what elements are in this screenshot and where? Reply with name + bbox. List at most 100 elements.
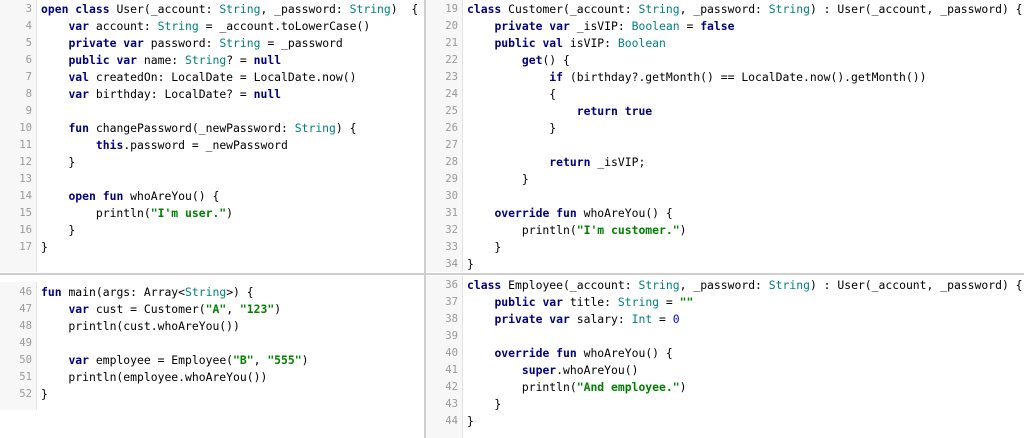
code-token: private var [494, 19, 577, 33]
code-line: 26 } [426, 120, 1024, 137]
code-token: private var [68, 36, 151, 50]
line-number: 9 [25, 105, 32, 117]
code-line: 33 } [426, 239, 1024, 256]
code-token: public var [68, 53, 144, 67]
code-text: } [467, 171, 529, 188]
code-token: this [95, 138, 124, 152]
code-token: = _account.toLowerCase() [198, 19, 371, 33]
line-number: 44 [445, 415, 458, 427]
code-token: if [549, 70, 570, 84]
code-text: val createdOn: LocalDate = LocalDate.now… [41, 69, 356, 86]
code-token: Int [631, 312, 653, 326]
code-token: birthday: LocalDate? = [95, 87, 254, 101]
line-number: 11 [19, 139, 32, 151]
code-text: class Employee(_account: String, _passwo… [467, 277, 1023, 294]
code-token: >) { [226, 285, 254, 299]
code-line: 5 private var password: String = _passwo… [0, 35, 424, 52]
code-token: 0 [672, 312, 680, 326]
line-number: 47 [19, 303, 32, 315]
line-number: 42 [445, 381, 458, 393]
code-line: 25 return true [426, 103, 1024, 120]
code-token: ) { [390, 2, 419, 16]
line-number: 33 [445, 241, 458, 253]
code-token: = [652, 312, 673, 326]
code-text: public var name: String? = null [41, 52, 281, 69]
code-text: } [41, 386, 48, 403]
code-text: println("And employee.") [467, 379, 687, 396]
code-text: fun changePassword(_newPassword: String)… [41, 120, 356, 137]
horizontal-divider-right [426, 273, 1024, 275]
code-line: 40 override fun whoAreYou() { [426, 345, 1024, 362]
code-token: null [253, 87, 282, 101]
code-token: .whoAreYou() [556, 363, 639, 377]
code-text: public var title: String = "" [467, 294, 693, 311]
code-panel-employee-class: 36 class Employee(_account: String, _pass… [426, 276, 1024, 438]
line-number: 26 [445, 122, 458, 134]
code-line: 14 open fun whoAreYou() { [0, 188, 424, 205]
code-token: createdOn: LocalDate = LocalDate.now() [95, 70, 357, 84]
code-token: class [467, 2, 509, 16]
code-line: 20 private var _isVIP: Boolean = false [426, 18, 1024, 35]
code-text: var cust = Customer("A", "123") [41, 301, 281, 318]
line-number: 46 [19, 286, 32, 298]
code-line: 19 class Customer(_account: String, _pass… [426, 1, 1024, 18]
code-token: whoAreYou() { [583, 206, 673, 220]
code-text: println("I'm user.") [41, 205, 233, 222]
code-token: account: [95, 19, 158, 33]
code-line: 27 [426, 137, 1024, 154]
code-text: if (birthday?.getMonth() == LocalDate.no… [467, 69, 926, 86]
code-token: } [467, 257, 474, 271]
code-line: 24 { [426, 86, 1024, 103]
code-text: private var _isVIP: Boolean = false [467, 18, 734, 35]
line-number: 39 [445, 330, 458, 342]
code-token: } [41, 387, 48, 401]
code-text: } [41, 239, 48, 256]
code-line: 22 get() { [426, 52, 1024, 69]
code-text: var account: String = _account.toLowerCa… [41, 18, 370, 35]
code-token: User(_account: [116, 2, 220, 16]
code-token: } [41, 223, 76, 237]
code-token: String [349, 2, 391, 16]
code-token: Employee(_account: [508, 278, 639, 292]
code-token: super [521, 363, 557, 377]
code-text: println(employee.whoAreYou()) [41, 369, 267, 386]
line-number: 5 [25, 37, 32, 49]
line-number: 6 [25, 54, 32, 66]
code-line: 7 val createdOn: LocalDate = LocalDate.n… [0, 69, 424, 86]
line-number: 40 [445, 347, 458, 359]
code-line: 37 public var title: String = "" [426, 294, 1024, 311]
code-line: 9 [0, 103, 424, 120]
line-number: 14 [19, 190, 32, 202]
code-text: } [41, 222, 75, 239]
code-token: var [68, 302, 96, 316]
code-token: ? = [226, 53, 254, 67]
line-number: 48 [19, 320, 32, 332]
code-token: } [467, 172, 529, 186]
code-token: return true [576, 104, 653, 118]
code-token: "B" [233, 353, 254, 367]
code-text: } [467, 396, 501, 413]
code-token: var [68, 87, 96, 101]
code-line: 11 this.password = _newPassword [0, 137, 424, 154]
code-token: = _password [260, 36, 343, 50]
code-token: println( [467, 380, 577, 394]
code-token: } [467, 414, 474, 428]
code-token: () { [542, 53, 570, 67]
code-token: "I'm customer." [576, 223, 680, 237]
code-token: isVIP: [569, 36, 618, 50]
code-token: ) { [335, 121, 357, 135]
code-text: } [467, 256, 474, 273]
code-text: override fun whoAreYou() { [467, 345, 672, 362]
line-number: 34 [445, 258, 458, 270]
code-text: return _isVIP; [467, 154, 645, 171]
line-number: 15 [19, 207, 32, 219]
code-token: println( [41, 206, 151, 220]
